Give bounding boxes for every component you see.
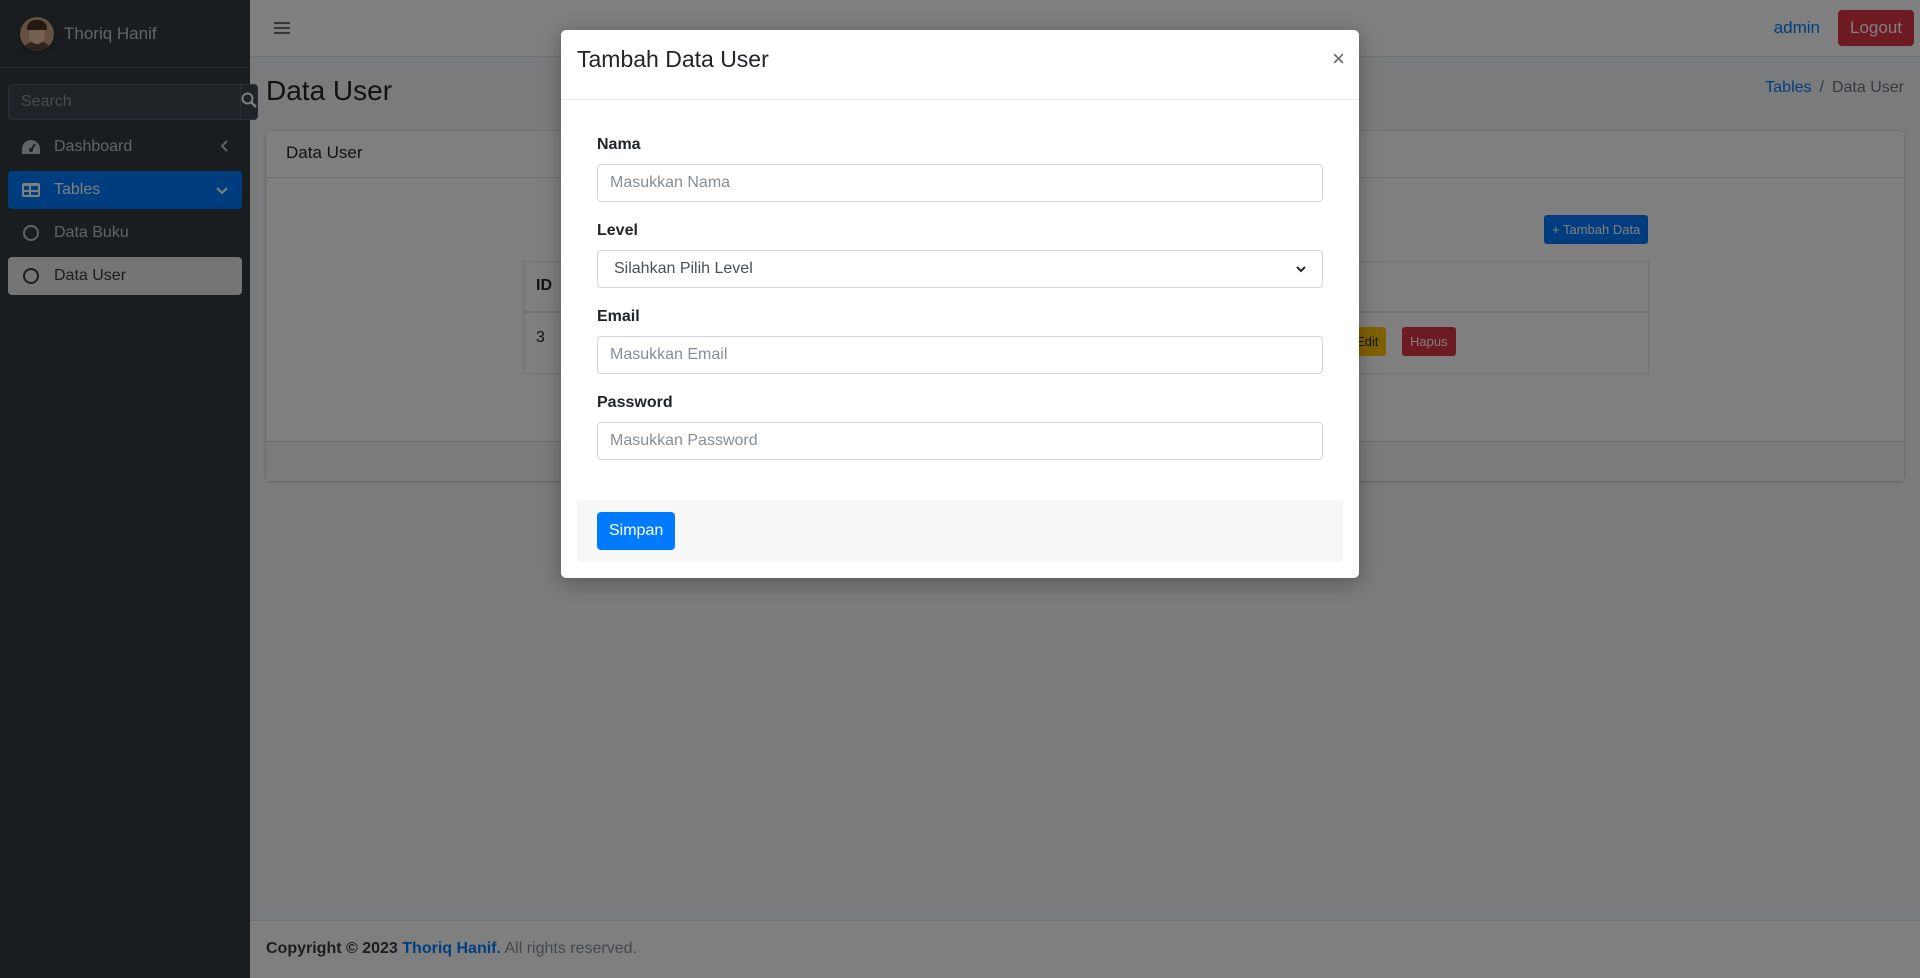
nama-input[interactable] — [597, 164, 1323, 202]
level-selected-value: Silahkan Pilih Level — [614, 260, 753, 277]
password-field[interactable] — [597, 422, 1323, 460]
chevron-down-icon — [1296, 260, 1306, 278]
email-field[interactable] — [597, 336, 1323, 374]
modal-footer: Simpan — [577, 500, 1343, 562]
save-button[interactable]: Simpan — [597, 512, 676, 550]
level-select[interactable]: Silahkan Pilih Level — [597, 250, 1323, 288]
nama-group: Nama — [597, 136, 1323, 222]
nama-label: Nama — [597, 136, 641, 153]
email-group: Email — [597, 308, 1323, 394]
modal-header: Tambah Data User × — [561, 30, 1359, 100]
password-label: Password — [597, 394, 673, 411]
add-user-form: Nama Level Silahkan Pilih Level Email Pa… — [597, 136, 1323, 480]
password-group: Password — [597, 394, 1323, 480]
email-label: Email — [597, 308, 640, 325]
level-group: Level Silahkan Pilih Level — [597, 222, 1323, 308]
close-icon[interactable]: × — [1332, 46, 1345, 72]
modal-title: Tambah Data User — [577, 46, 769, 72]
level-label: Level — [597, 222, 638, 239]
add-user-modal: Tambah Data User × Nama Level Silahkan P… — [561, 30, 1359, 578]
